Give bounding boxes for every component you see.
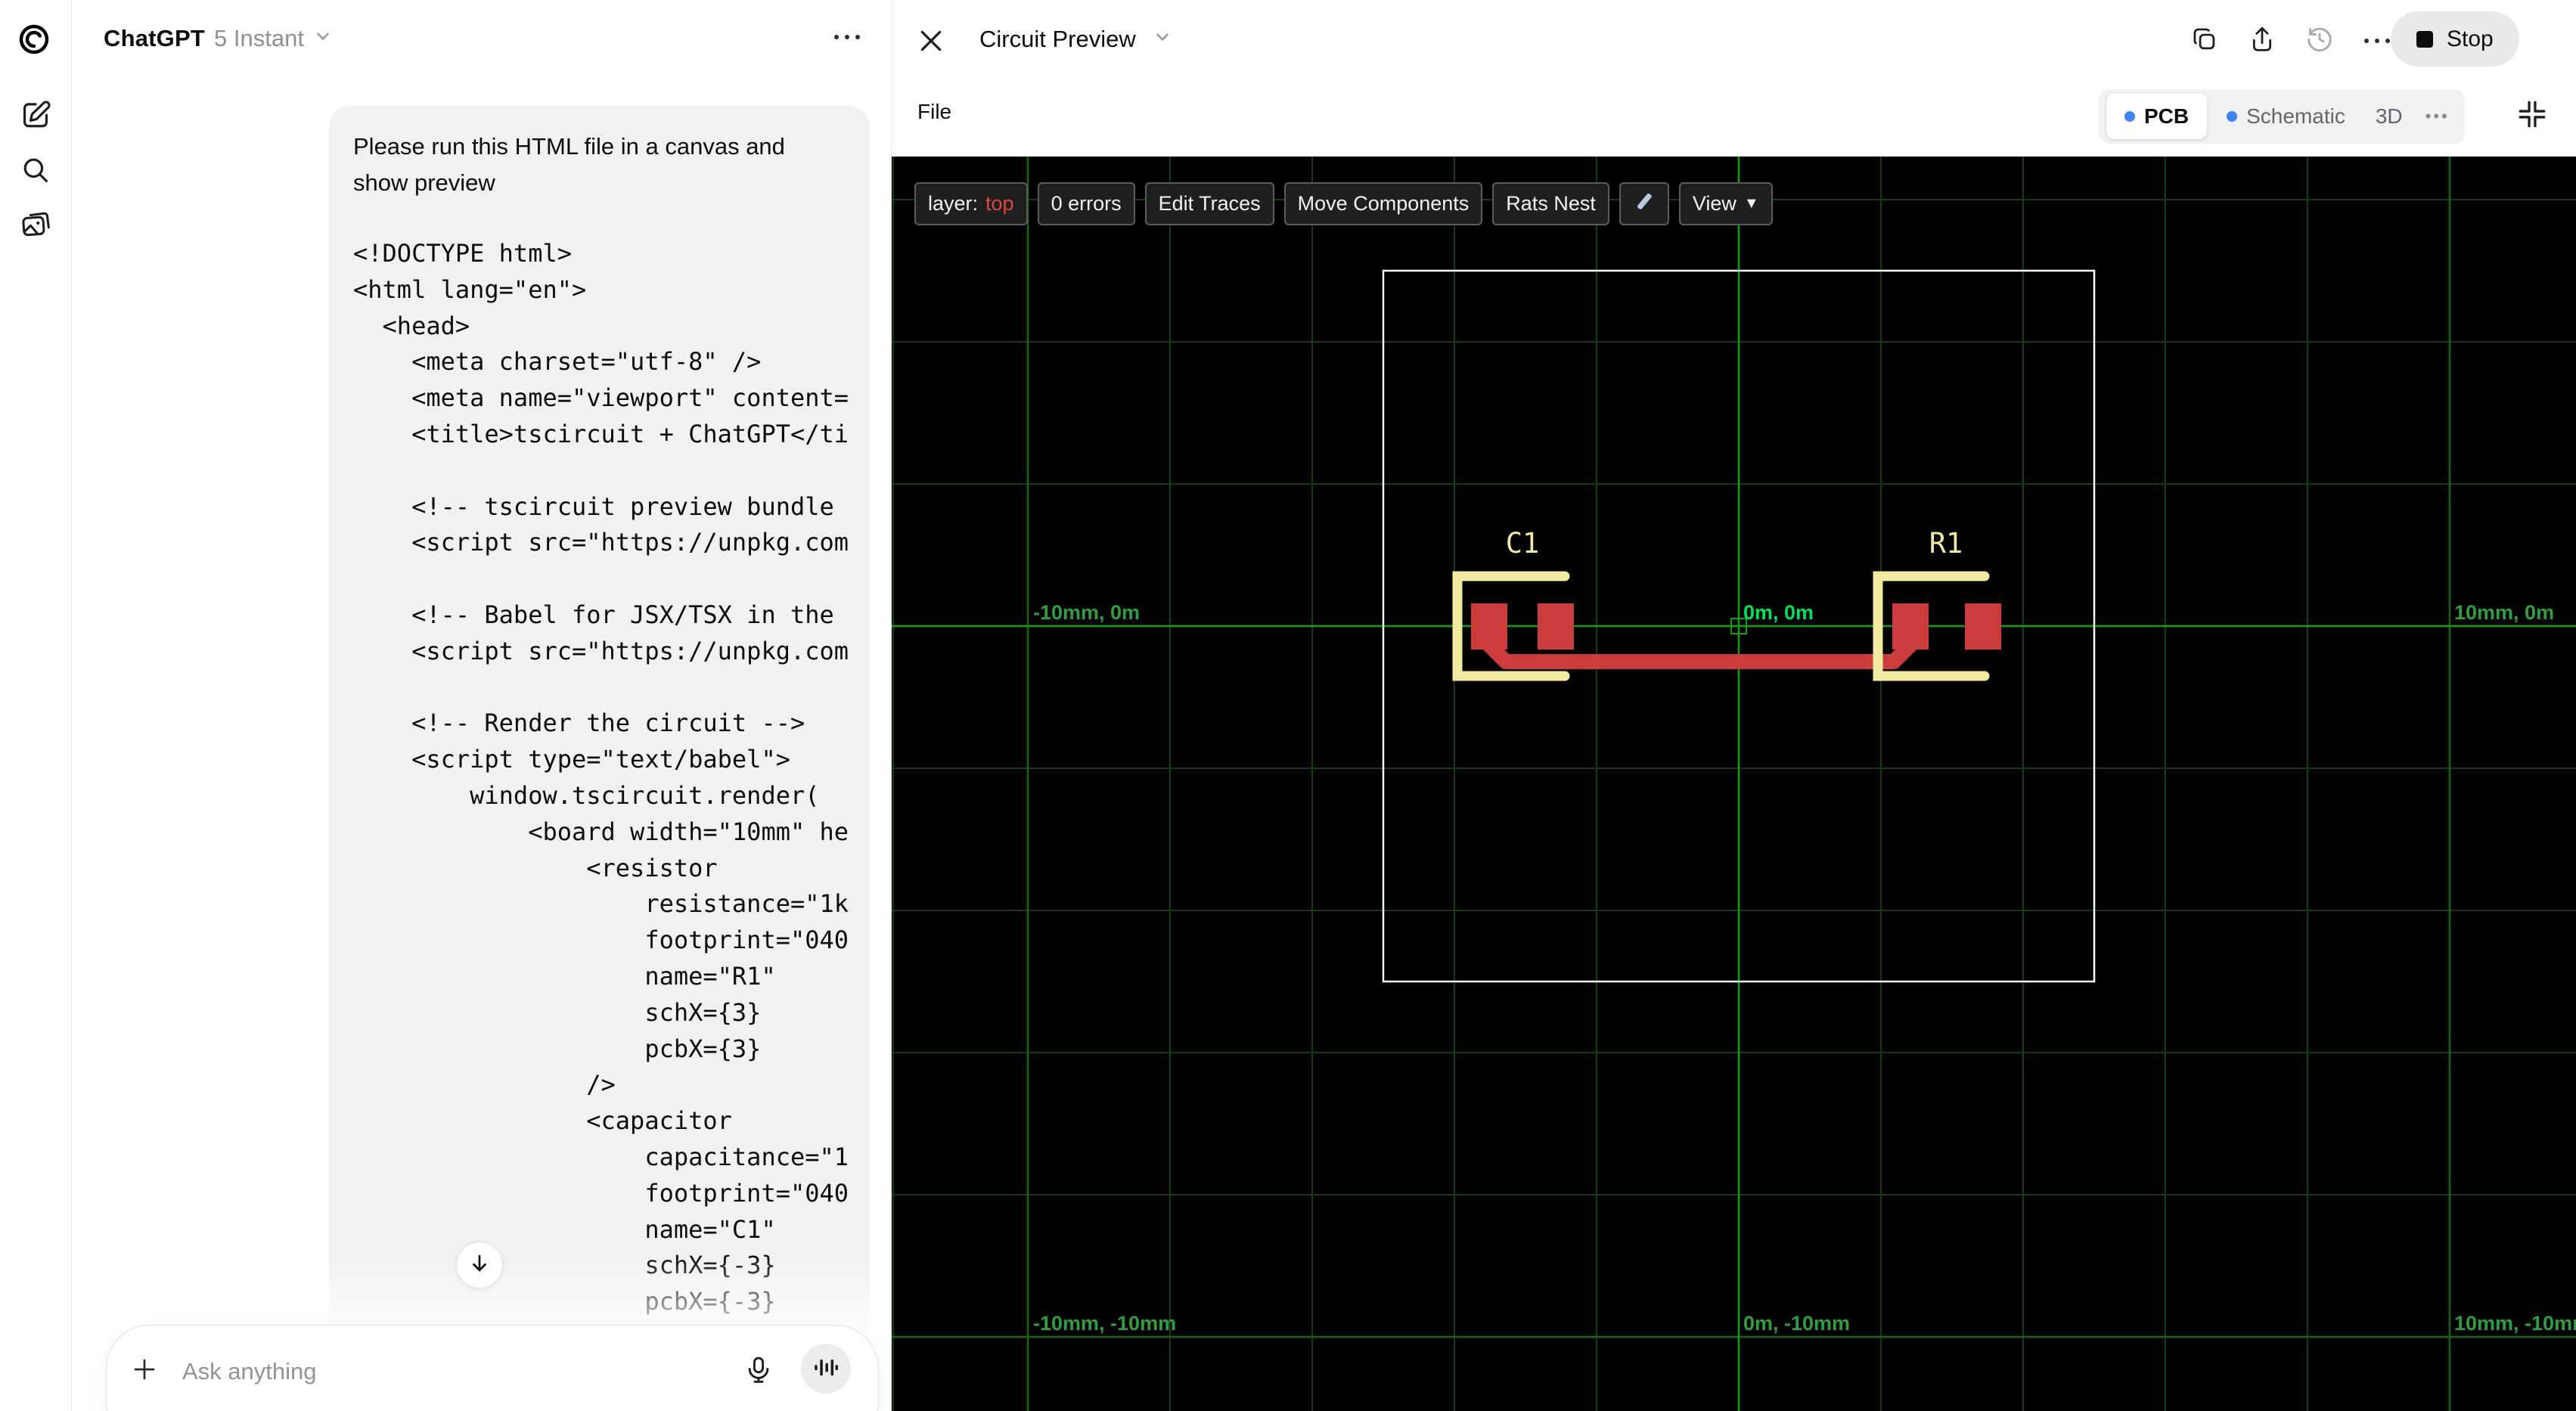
grid-label-left-bottom: -10mm, -10mm bbox=[1033, 1312, 1176, 1335]
canvas-more-button[interactable] bbox=[2360, 24, 2394, 57]
share-icon bbox=[2248, 25, 2277, 57]
voice-mode-button[interactable] bbox=[801, 1344, 851, 1394]
pcb-canvas[interactable]: C1 R1 -10mm, 0m 0m, 0m 10mm, 0m -10mm, -… bbox=[892, 157, 2576, 1411]
images-library-icon bbox=[20, 209, 51, 244]
pcb-dot-icon bbox=[2124, 111, 2135, 122]
chatgpt-logo-icon[interactable] bbox=[16, 21, 52, 61]
user-message-code: <!DOCTYPE html> <html lang="en"> <head> … bbox=[353, 239, 849, 1346]
tabs-more-button[interactable]: ••• bbox=[2418, 107, 2457, 126]
grid-label-origin: 0m, 0m bbox=[1743, 601, 1814, 624]
chevron-down-icon bbox=[313, 25, 333, 52]
tab-schematic-label: Schematic bbox=[2246, 104, 2345, 128]
model-name-label: 5 Instant bbox=[214, 25, 304, 51]
copy-icon bbox=[2190, 25, 2219, 57]
c1-pad-2[interactable] bbox=[1538, 603, 1574, 650]
canvas-title: Circuit Preview bbox=[979, 26, 1136, 52]
move-components-button[interactable]: Move Components bbox=[1283, 182, 1483, 225]
arrow-down-icon bbox=[468, 1252, 491, 1279]
caret-down-icon: ▼ bbox=[1743, 195, 1759, 212]
version-history-button[interactable] bbox=[2303, 24, 2336, 57]
layer-label: layer: bbox=[928, 192, 979, 215]
new-chat-button[interactable] bbox=[18, 98, 53, 133]
c1-pad-1[interactable] bbox=[1471, 603, 1507, 650]
view-label: View bbox=[1692, 192, 1736, 215]
grid-label-left-mid: -10mm, 0m bbox=[1033, 601, 1140, 624]
grid-lines bbox=[892, 157, 2576, 1411]
model-selector[interactable]: ChatGPT 5 Instant bbox=[104, 25, 333, 52]
copy-button[interactable] bbox=[2188, 24, 2221, 57]
library-button[interactable] bbox=[18, 209, 53, 243]
tab-schematic[interactable]: Schematic bbox=[2211, 89, 2360, 144]
tab-3d[interactable]: 3D bbox=[2365, 89, 2413, 144]
tab-pcb-label: PCB bbox=[2144, 104, 2190, 128]
chat-panel: ChatGPT 5 Instant Please run this HTML f… bbox=[72, 0, 891, 1411]
file-menu[interactable]: File bbox=[917, 100, 951, 124]
view-dropdown-button[interactable]: View ▼ bbox=[1678, 182, 1773, 225]
attach-plus-icon[interactable] bbox=[131, 1356, 158, 1387]
stop-button[interactable]: Stop bbox=[2391, 11, 2519, 67]
compose-icon bbox=[20, 98, 51, 134]
history-clock-icon bbox=[2305, 25, 2334, 57]
waveform-icon bbox=[812, 1353, 840, 1385]
view-tabs: PCB Schematic 3D ••• bbox=[2099, 89, 2465, 144]
r1-pad-1[interactable] bbox=[1892, 603, 1929, 650]
pcb-scene: C1 R1 -10mm, 0m 0m, 0m 10mm, 0m -10mm, -… bbox=[892, 157, 2576, 1411]
edit-pencil-button[interactable] bbox=[1619, 182, 1669, 225]
scroll-to-bottom-button[interactable] bbox=[456, 1242, 503, 1289]
component-c1[interactable]: C1 bbox=[1452, 527, 1574, 681]
errors-button[interactable]: 0 errors bbox=[1037, 182, 1135, 225]
rats-nest-button[interactable]: Rats Nest bbox=[1492, 182, 1609, 225]
grid-label-right-mid: 10mm, 0m bbox=[2454, 601, 2554, 624]
layer-button[interactable]: layer: top bbox=[914, 182, 1028, 225]
close-icon bbox=[916, 30, 946, 59]
ellipsis-icon bbox=[2364, 39, 2390, 43]
exit-fullscreen-button[interactable] bbox=[2516, 98, 2548, 134]
close-canvas-button[interactable] bbox=[916, 26, 946, 60]
search-chats-button[interactable] bbox=[18, 154, 53, 189]
sidebar bbox=[0, 0, 72, 1411]
search-icon bbox=[20, 154, 51, 190]
user-message-bubble: Please run this HTML file in a canvas an… bbox=[329, 106, 870, 1346]
grid-label-right-bottom: 10mm, -10mm bbox=[2454, 1312, 2576, 1335]
composer[interactable]: Ask anything bbox=[106, 1325, 879, 1411]
chat-header: ChatGPT 5 Instant bbox=[72, 0, 891, 79]
tab-3d-label: 3D bbox=[2375, 104, 2403, 128]
conversation-more-button[interactable] bbox=[834, 35, 860, 39]
schematic-dot-icon bbox=[2227, 111, 2238, 122]
chevron-down-icon bbox=[1153, 26, 1172, 53]
collapse-arrows-icon bbox=[2516, 101, 2548, 133]
tab-pcb[interactable]: PCB bbox=[2106, 94, 2208, 139]
user-message-text: Please run this HTML file in a canvas an… bbox=[353, 133, 785, 196]
app-window: ChatGPT 5 Instant Please run this HTML f… bbox=[0, 0, 2576, 1411]
stop-label: Stop bbox=[2447, 26, 2494, 51]
edit-traces-button[interactable]: Edit Traces bbox=[1144, 182, 1274, 225]
canvas-panel: Circuit Preview Stop File PCB Schematic … bbox=[891, 0, 2576, 1411]
stop-square-icon bbox=[2416, 30, 2433, 48]
share-button[interactable] bbox=[2245, 24, 2279, 57]
microphone-icon[interactable] bbox=[743, 1354, 774, 1388]
pencil-icon bbox=[1633, 190, 1656, 218]
r1-refdes-label: R1 bbox=[1929, 527, 1963, 560]
pcb-toolbar: layer: top 0 errors Edit Traces Move Com… bbox=[914, 182, 1773, 225]
layer-value: top bbox=[985, 192, 1014, 215]
chatgpt-brand-label: ChatGPT bbox=[104, 25, 206, 51]
r1-pad-2[interactable] bbox=[1965, 603, 2001, 650]
composer-input[interactable]: Ask anything bbox=[182, 1358, 317, 1385]
grid-label-center-bottom: 0m, -10mm bbox=[1743, 1312, 1850, 1335]
canvas-title-menu[interactable]: Circuit Preview bbox=[979, 26, 1172, 53]
c1-refdes-label: C1 bbox=[1506, 527, 1540, 560]
